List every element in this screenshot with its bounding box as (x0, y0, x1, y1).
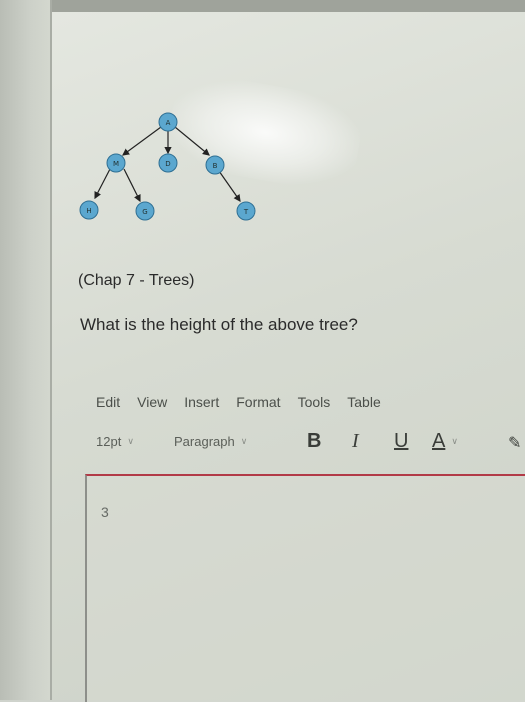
node-h: H (79, 200, 99, 220)
edge-a-b (174, 126, 210, 156)
italic-button[interactable]: I (352, 430, 359, 453)
menu-tools[interactable]: Tools (298, 394, 331, 410)
block-format-value: Paragraph (174, 434, 235, 449)
svg-text:B: B (213, 162, 218, 170)
highlight-pen-icon[interactable]: ✎ (508, 433, 521, 453)
svg-text:D: D (165, 160, 170, 168)
svg-text:T: T (243, 208, 249, 216)
bold-button[interactable]: B (307, 430, 321, 453)
node-g: G (135, 201, 155, 221)
font-size-value: 12pt (96, 434, 122, 449)
font-size-select[interactable]: 12pt ∨ (96, 434, 134, 449)
node-m: M (106, 153, 126, 173)
node-d: D (158, 153, 178, 173)
answer-text: 3 (101, 504, 109, 520)
editor-toolbar: 12pt ∨ Paragraph ∨ B I U A ∨ ✎ (96, 430, 525, 458)
svg-text:G: G (142, 208, 147, 216)
node-b: B (205, 155, 225, 175)
edge-a-m (122, 126, 162, 156)
left-sidebar-strip (0, 0, 52, 700)
edge-m-g (123, 168, 141, 203)
tree-diagram: A M D B H G T (79, 112, 256, 221)
menu-format[interactable]: Format (236, 394, 280, 410)
chevron-down-icon: ∨ (127, 436, 134, 446)
menu-insert[interactable]: Insert (184, 394, 219, 410)
block-format-select[interactable]: Paragraph ∨ (174, 434, 247, 449)
chevron-down-icon: ∨ (240, 436, 248, 446)
underline-button[interactable]: U (394, 430, 408, 453)
menu-view[interactable]: View (137, 394, 167, 410)
menu-edit[interactable]: Edit (96, 394, 120, 410)
question-text: What is the height of the above tree? (80, 315, 358, 334)
text-color-button[interactable]: A ∨ (432, 430, 458, 453)
edge-m-h (94, 168, 111, 200)
chapter-label: (Chap 7 - Trees) (78, 272, 195, 289)
answer-editor[interactable]: 3 (85, 474, 525, 702)
screen-top-edge (0, 0, 525, 12)
svg-text:A: A (166, 119, 171, 127)
svg-text:M: M (113, 160, 119, 168)
editor-menubar: Edit View Insert Format Tools Table (96, 394, 398, 410)
menu-table[interactable]: Table (347, 394, 380, 410)
node-t: T (236, 201, 256, 221)
node-a: A (158, 112, 178, 132)
chevron-down-icon: ∨ (451, 436, 458, 446)
edge-b-t (218, 170, 241, 202)
text-color-icon: A (432, 430, 446, 452)
svg-text:H: H (86, 207, 91, 215)
